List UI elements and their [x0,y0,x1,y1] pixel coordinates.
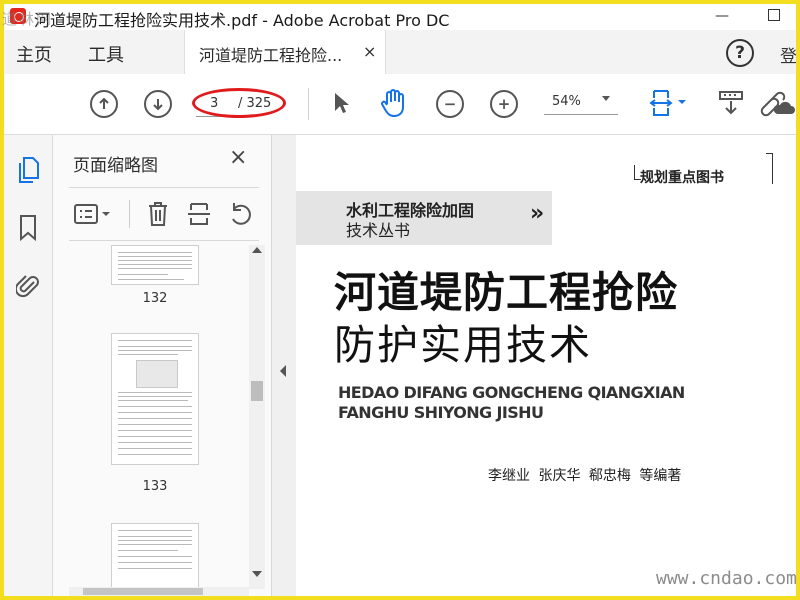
menu-tab-bar: 主页 工具 河道堤防工程抢险... × ? 登 [4,30,796,75]
scrollbar-thumb[interactable] [251,381,263,401]
fit-page-icon [649,90,686,116]
rotate-icon [232,203,251,225]
series-badge: 规划重点图书 [640,170,724,186]
panel-splitter[interactable] [272,135,296,596]
share-link-button[interactable] [756,88,796,118]
zoom-value: 54% [552,94,581,109]
page-thumbnails-button[interactable] [14,155,42,185]
paperclip-icon [16,275,39,298]
next-page-button[interactable] [144,90,172,118]
list-options-icon [74,204,110,224]
trash-icon [149,202,167,226]
cursor-arrow-icon [335,93,349,113]
panel-close-button[interactable]: × [229,145,247,170]
arrow-up-icon [99,97,109,109]
link-cloud-icon [760,91,795,117]
delete-page-button[interactable] [145,200,171,228]
navigation-rail [4,135,53,596]
read-mode-button[interactable] [716,88,746,118]
acrobat-window: 河道堤防工程抢险实用技术.pdf - Adobe Acrobat Pro DC … [4,4,796,596]
tab-home[interactable]: 主页 [16,41,52,67]
main-toolbar: / 325 − + 54% [4,74,796,135]
sign-in-link[interactable]: 登 [780,42,796,67]
double-chevron-icon: » [530,201,544,226]
scroll-mode-icon [719,91,743,115]
page-thumbnail-134[interactable] [111,523,199,591]
panel-title: 页面缩略图 [73,156,158,176]
thumbnail-list: 132 133 [53,241,247,591]
options-menu-button[interactable] [73,200,113,228]
title-bar: 河道堤防工程抢险实用技术.pdf - Adobe Acrobat Pro DC … [4,4,796,30]
attachments-button[interactable] [14,271,42,301]
annotation-ellipse [192,88,286,118]
rotate-page-button[interactable] [227,200,255,228]
bookmark-icon [20,215,36,242]
page-fit-button[interactable] [648,88,690,118]
previous-page-button[interactable] [90,90,118,118]
thumbnail-label: 133 [142,479,168,494]
arrow-down-icon [153,99,163,111]
toolbar-divider [308,88,309,120]
horizontal-scrollbar-thumb[interactable] [83,588,203,595]
collapse-panel-arrow-icon[interactable] [280,365,286,377]
document-tab-label: 河道堤防工程抢险... [199,46,343,65]
maximize-button[interactable] [756,4,792,28]
tab-tools[interactable]: 工具 [88,41,124,67]
document-view[interactable]: 规划重点图书 水利工程除险加固 技术丛书 » 河道堤防工程抢险 防护实用技术 H… [296,135,796,596]
thumbnail-scrollbar[interactable] [249,245,265,589]
watermark-top-left: 道林网 [2,10,54,28]
thumbnails-panel: 页面缩略图 × 132 133 [53,135,272,596]
page-thumbnail-133[interactable] [111,333,199,465]
pdf-page: 规划重点图书 水利工程除险加固 技术丛书 » 河道堤防工程抢险 防护实用技术 H… [296,135,796,596]
series-subtitle: 技术丛书 [346,221,411,240]
scroll-down-arrow-icon[interactable] [252,571,262,577]
zoom-in-button[interactable]: + [490,90,518,118]
window-title: 河道堤防工程抢险实用技术.pdf - Adobe Acrobat Pro DC [34,11,450,30]
extract-page-icon [188,203,210,225]
thumbnail-label: 132 [142,291,168,306]
document-tab[interactable]: 河道堤防工程抢险... × [184,30,386,74]
book-authors: 李继业 张庆华 郗忠梅 等编著 [488,468,682,484]
watermark-bottom-right: www.cndao.com [656,568,797,589]
toolbar-divider [129,200,130,228]
page-thumbnail-132[interactable] [111,245,199,285]
minimize-button[interactable]: — [704,4,740,28]
pinyin-title-line1: HEDAO DIFANG GONGCHENG QIANGXIAN [338,383,685,402]
book-title-line2: 防护实用技术 [334,321,592,369]
hand-icon [381,89,404,117]
chevron-down-icon [602,96,610,101]
document-tab-close-button[interactable]: × [363,42,376,61]
horizontal-scrollbar[interactable] [69,587,249,596]
scroll-up-arrow-icon[interactable] [252,247,262,253]
bookmarks-button[interactable] [14,213,42,243]
select-tool-button[interactable] [330,90,352,116]
badge-bracket-right [766,153,773,184]
zoom-dropdown[interactable]: 54% [544,92,618,115]
maximize-icon [768,9,780,21]
hand-tool-button[interactable] [378,88,408,118]
zoom-out-button[interactable]: − [436,90,464,118]
pinyin-title-line2: FANGHU SHIYONG JISHU [338,403,544,422]
pages-icon [19,157,39,183]
thumbnail-toolbar [69,187,259,241]
help-icon[interactable]: ? [726,39,754,67]
extract-page-button[interactable] [185,200,213,228]
